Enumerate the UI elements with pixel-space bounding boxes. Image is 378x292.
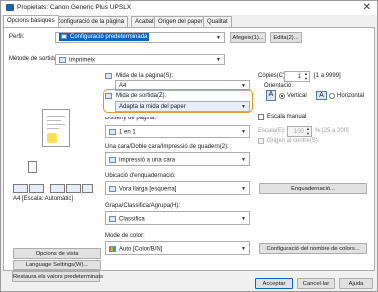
spinner-icon[interactable]: ▲ ▼: [306, 127, 310, 136]
centre-origin-checkbox[interactable]: [258, 138, 264, 144]
view-print-icon[interactable]: [13, 184, 28, 193]
staple-value: Classifica: [119, 216, 145, 223]
help-button[interactable]: Ajuda: [339, 278, 373, 289]
manual-scale-label: Escala manual: [267, 114, 307, 120]
view-options-button[interactable]: Opcions de vista: [13, 248, 101, 259]
profile-select[interactable]: Configuració predeterminada ▼: [55, 32, 225, 43]
tab-basic-options[interactable]: Opcions bàsiques: [3, 15, 59, 27]
layout-icon: [109, 129, 116, 135]
staple-select[interactable]: Classifica ▼: [105, 211, 250, 225]
binding-button[interactable]: Enquadernació...: [259, 183, 367, 194]
print-icon: [59, 57, 66, 63]
basic-options-panel: Perfil: Configuració predeterminada ▼ Af…: [3, 27, 375, 271]
output-size-select[interactable]: Adapta la mida del paper ▼: [115, 101, 250, 112]
view-layout-icon[interactable]: [29, 184, 44, 193]
copies-value: 1: [297, 74, 301, 80]
page-preview-sheet: [42, 109, 70, 147]
language-settings-button[interactable]: Language Settings(W)...: [13, 260, 101, 270]
landscape-icon: A: [316, 91, 327, 100]
page-size-label: Mida de la pàgina(S):: [116, 73, 174, 79]
chevron-down-icon: ▼: [216, 35, 221, 41]
collate-icon: [109, 216, 116, 222]
tab-quality[interactable]: Qualitat: [203, 16, 232, 27]
tab-page-setup[interactable]: Configuració de la pàgina: [52, 16, 129, 27]
scale-range: % [25 a 200]: [315, 128, 349, 134]
add-profile-button[interactable]: Afegeix(1)...: [230, 32, 266, 43]
binding-value: Vora llarga [esquerra]: [119, 186, 177, 193]
manual-scale-checkbox[interactable]: [258, 114, 264, 120]
chevron-down-icon: ▼: [241, 129, 246, 135]
title-bar: Propietats: Canon Generic Plus UPSLX ✕: [1, 1, 377, 15]
colour-count-button[interactable]: Configuració del nombre de colors...: [259, 243, 367, 254]
scale-input[interactable]: 100 ▲ ▼: [287, 126, 312, 137]
orientation-label: Orientació:: [264, 83, 294, 89]
output-size-icon: [105, 93, 112, 99]
page-layout-value: 1 en 1: [119, 129, 136, 136]
view-detail-icon[interactable]: [82, 184, 93, 193]
view-finishing-icon[interactable]: [50, 184, 65, 193]
restore-defaults-button[interactable]: Restaura els valors predeterminats: [12, 271, 103, 282]
copies-input[interactable]: 1 ▲ ▼: [284, 71, 310, 82]
profile-value: Configuració predeterminada: [70, 34, 148, 41]
ok-button[interactable]: Acceptar: [255, 278, 293, 289]
copies-range: [1 a 9999]: [314, 73, 341, 79]
close-icon[interactable]: ✕: [363, 2, 371, 13]
chevron-down-icon: ▼: [241, 157, 246, 163]
chevron-down-icon: ▼: [241, 104, 246, 110]
page-size-icon: [105, 73, 112, 79]
scale-label: Escala(E):: [258, 128, 286, 134]
binding-select[interactable]: Vora llarga [esquerra] ▼: [105, 181, 250, 195]
profile-icon: [61, 34, 67, 39]
vertical-label: Vertical: [287, 93, 307, 99]
window-title: Propietats: Canon Generic Plus UPSLX: [17, 4, 132, 11]
output-size-value: Adapta la mida del paper: [119, 104, 186, 110]
page-preview: [24, 101, 90, 186]
duplex-select[interactable]: Impressió a una cara ▼: [105, 152, 250, 166]
duplex-label: Una cara/Doble cara/Impressió de quadern…: [105, 144, 229, 150]
horizontal-radio[interactable]: [329, 93, 335, 99]
one-sided-icon: [109, 157, 116, 163]
scale-value: 100: [293, 129, 304, 135]
colour-mode-label: Mode de color:: [105, 233, 145, 239]
tab-paper-source[interactable]: Origen del paper: [154, 16, 207, 27]
output-method-value: Imprimeix: [69, 57, 96, 64]
chevron-down-icon: ▼: [241, 246, 246, 252]
view-settings-icon[interactable]: [66, 184, 81, 193]
chevron-down-icon: ▼: [216, 57, 221, 63]
spinner-icon[interactable]: ▲ ▼: [304, 72, 308, 81]
binding-label: Ubicació d'enquadernació:: [105, 173, 176, 179]
edit-profile-button[interactable]: Edita(2)...: [270, 32, 302, 43]
output-method-select[interactable]: Imprimeix ▼: [55, 54, 225, 65]
profile-label: Perfil:: [9, 34, 25, 40]
chevron-down-icon: ▼: [241, 216, 246, 222]
cancel-button[interactable]: Cancel·lar: [297, 278, 335, 289]
horizontal-label: Horizontal: [337, 93, 365, 99]
printer-icon: [6, 4, 14, 11]
page-layout-label: Disseny de pàgina:: [105, 115, 157, 121]
output-size-label: Mida de sortida(Z):: [116, 93, 167, 99]
preview-caption: A4 [Escala: Automàtic]: [13, 196, 74, 202]
colour-mode-value: Auto [Color/B/N]: [119, 246, 163, 253]
duplex-value: Impressió a una cara: [119, 157, 176, 164]
binding-icon: [109, 186, 116, 192]
portrait-icon: A: [266, 90, 276, 101]
colour-mode-select[interactable]: Auto [Color/B/N] ▼: [105, 241, 250, 255]
colour-icon: [109, 246, 116, 252]
chevron-down-icon: ▼: [241, 186, 246, 192]
printer-properties-window: Propietats: Canon Generic Plus UPSLX ✕ O…: [0, 0, 378, 292]
output-method-label: Mètode de sortida:: [9, 56, 59, 62]
staple-label: Grapa/Classifica/Agrupa(H):: [105, 203, 181, 209]
centre-origin-label: Origen al centre(S): [267, 138, 318, 144]
page-layout-select[interactable]: 1 en 1 ▼: [105, 125, 250, 138]
vertical-radio[interactable]: [279, 93, 285, 99]
copies-label: Còpies(C):: [258, 73, 287, 79]
printer-small-icon: [28, 161, 37, 173]
